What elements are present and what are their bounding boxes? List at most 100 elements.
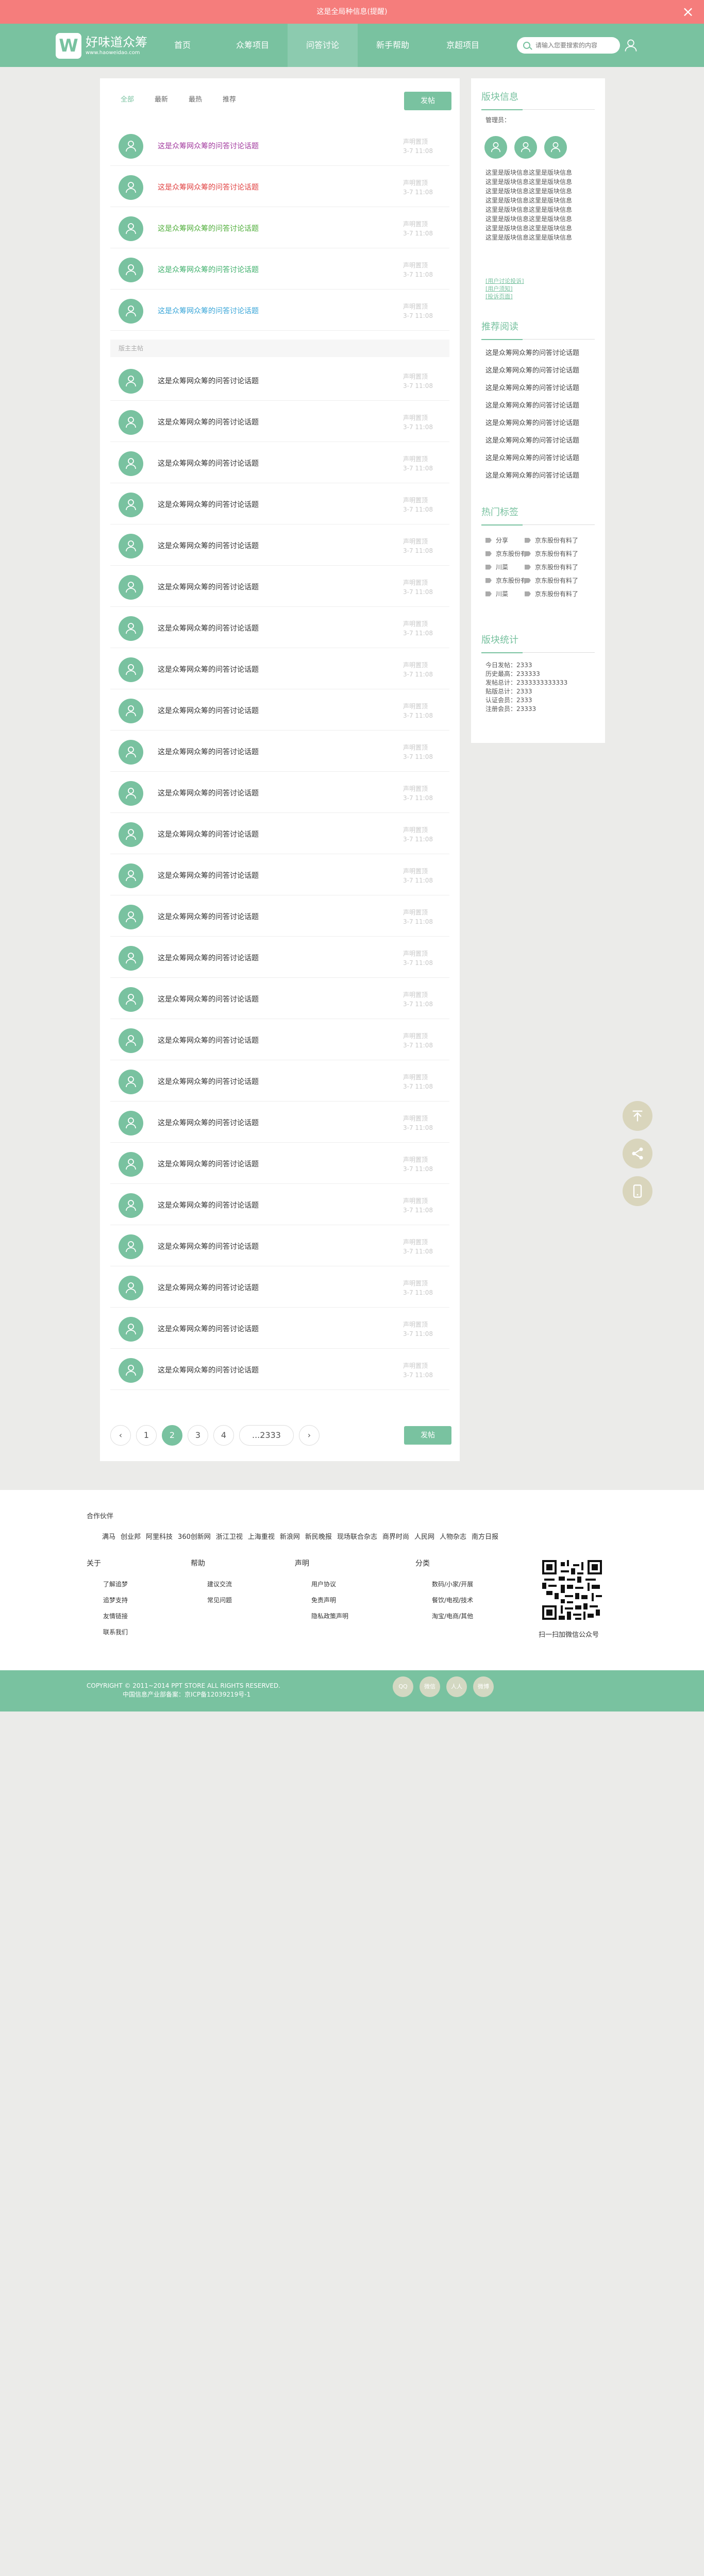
topic-title[interactable]: 这是众筹网众筹的问答讨论话题	[158, 1117, 259, 1128]
topic-title[interactable]: 这是众筹网众筹的问答讨论话题	[158, 705, 259, 716]
social-button[interactable]: 微博	[473, 1676, 494, 1697]
partner-link[interactable]: 浙江卫视	[216, 1531, 243, 1541]
topic-title[interactable]: 这是众筹网众筹的问答讨论话题	[158, 1324, 259, 1334]
avatar[interactable]	[119, 1111, 143, 1136]
avatar[interactable]	[119, 905, 143, 929]
avatar[interactable]	[119, 1193, 143, 1218]
footer-link[interactable]: 联系我们	[87, 1624, 128, 1640]
avatar[interactable]	[119, 781, 143, 806]
mobile-button[interactable]	[623, 1176, 652, 1206]
board-link[interactable]: [用户讨论投诉]	[485, 277, 524, 285]
recommend-item[interactable]: 这是众筹网众筹的问答讨论话题	[485, 400, 579, 410]
tag-item[interactable]: 京东股份有	[485, 549, 527, 558]
board-link[interactable]: [投诉页面]	[485, 293, 524, 300]
avatar[interactable]	[119, 175, 143, 200]
close-icon[interactable]: ×	[680, 0, 696, 24]
recommend-item[interactable]: 这是众筹网众筹的问答讨论话题	[485, 365, 579, 375]
board-link[interactable]: [用户须知]	[485, 285, 524, 293]
topic-title[interactable]: 这是众筹网众筹的问答讨论话题	[158, 953, 259, 963]
avatar[interactable]	[119, 822, 143, 847]
recommend-item[interactable]: 这是众筹网众筹的问答讨论话题	[485, 347, 579, 357]
topic-title[interactable]: 这是众筹网众筹的问答讨论话题	[158, 182, 259, 192]
partner-link[interactable]: 商界时尚	[382, 1531, 409, 1541]
manager-avatar[interactable]	[484, 136, 507, 159]
tag-item[interactable]: 京东股份有料了	[525, 549, 578, 558]
page-button[interactable]: 1	[136, 1425, 157, 1446]
avatar[interactable]	[119, 410, 143, 435]
manager-avatar[interactable]	[514, 136, 537, 159]
recommend-item[interactable]: 这是众筹网众筹的问答讨论话题	[485, 452, 579, 462]
footer-link[interactable]: 数码/小家/开展	[415, 1577, 473, 1592]
tab-1[interactable]: 最新	[155, 93, 168, 107]
avatar[interactable]	[119, 616, 143, 641]
social-button[interactable]: 人人	[446, 1676, 467, 1697]
partner-link[interactable]: 创业邦	[121, 1531, 141, 1541]
avatar[interactable]	[119, 451, 143, 476]
avatar[interactable]	[119, 1028, 143, 1053]
post-button-bottom[interactable]: 发帖	[404, 1426, 451, 1445]
partner-link[interactable]: 新浪网	[280, 1531, 300, 1541]
tag-item[interactable]: 川菜	[485, 589, 508, 598]
tab-0[interactable]: 全部	[121, 93, 134, 107]
footer-link[interactable]: 餐饮/电视/技术	[415, 1592, 473, 1608]
nav-item[interactable]: 新手帮助	[358, 24, 428, 67]
avatar[interactable]	[119, 369, 143, 394]
avatar[interactable]	[119, 258, 143, 282]
topic-title[interactable]: 这是众筹网众筹的问答讨论话题	[158, 141, 259, 151]
avatar[interactable]	[119, 1234, 143, 1259]
search-box[interactable]	[517, 37, 620, 54]
topic-title[interactable]: 这是众筹网众筹的问答讨论话题	[158, 540, 259, 551]
footer-link[interactable]: 追梦支持	[87, 1592, 128, 1608]
topic-title[interactable]: 这是众筹网众筹的问答讨论话题	[158, 994, 259, 1004]
topic-title[interactable]: 这是众筹网众筹的问答讨论话题	[158, 788, 259, 798]
logo[interactable]: W 好味道众筹 www.haoweidao.com	[56, 33, 147, 59]
avatar[interactable]	[119, 1152, 143, 1177]
nav-item[interactable]: 首页	[147, 24, 217, 67]
footer-link[interactable]: 免责声明	[295, 1592, 348, 1608]
back-to-top-button[interactable]	[623, 1101, 652, 1131]
avatar[interactable]	[119, 946, 143, 971]
partner-link[interactable]: 人民网	[414, 1531, 434, 1541]
tab-2[interactable]: 最热	[189, 93, 202, 107]
topic-title[interactable]: 这是众筹网众筹的问答讨论话题	[158, 458, 259, 468]
prev-page-button[interactable]: ‹	[110, 1425, 131, 1446]
topic-title[interactable]: 这是众筹网众筹的问答讨论话题	[158, 911, 259, 922]
recommend-item[interactable]: 这是众筹网众筹的问答讨论话题	[485, 470, 579, 480]
page-button[interactable]: 4	[213, 1425, 234, 1446]
recommend-item[interactable]: 这是众筹网众筹的问答讨论话题	[485, 417, 579, 427]
avatar[interactable]	[119, 863, 143, 888]
share-button[interactable]	[623, 1139, 652, 1168]
topic-title[interactable]: 这是众筹网众筹的问答讨论话题	[158, 223, 259, 233]
tag-item[interactable]: 京东股份有料了	[525, 576, 578, 585]
recommend-item[interactable]: 这是众筹网众筹的问答讨论话题	[485, 435, 579, 445]
partner-link[interactable]: 360创新网	[178, 1531, 211, 1541]
tag-item[interactable]: 分享	[485, 536, 508, 545]
partner-link[interactable]: 人物杂志	[440, 1531, 466, 1541]
avatar[interactable]	[119, 740, 143, 765]
topic-title[interactable]: 这是众筹网众筹的问答讨论话题	[158, 376, 259, 386]
nav-item[interactable]: 问答讨论	[288, 24, 358, 67]
partner-link[interactable]: 南方日报	[472, 1531, 498, 1541]
footer-link[interactable]: 用户协议	[295, 1577, 348, 1592]
avatar[interactable]	[119, 1317, 143, 1342]
nav-item[interactable]: 众筹项目	[217, 24, 288, 67]
tag-item[interactable]: 京东股份有料了	[525, 563, 578, 571]
nav-item[interactable]: 京超项目	[428, 24, 498, 67]
tag-item[interactable]: 京东股份有料了	[525, 536, 578, 545]
partner-link[interactable]: 新民晚报	[305, 1531, 332, 1541]
social-button[interactable]: 微信	[420, 1676, 440, 1697]
avatar[interactable]	[119, 299, 143, 324]
post-button-top[interactable]: 发帖	[404, 92, 451, 110]
avatar[interactable]	[119, 1358, 143, 1383]
avatar[interactable]	[119, 699, 143, 723]
footer-link[interactable]: 友情链接	[87, 1608, 128, 1624]
search-input[interactable]	[535, 42, 613, 49]
topic-title[interactable]: 这是众筹网众筹的问答讨论话题	[158, 1241, 259, 1251]
topic-title[interactable]: 这是众筹网众筹的问答讨论话题	[158, 870, 259, 880]
partner-link[interactable]: 阿里科技	[146, 1531, 173, 1541]
footer-link[interactable]: 隐私政策声明	[295, 1608, 348, 1624]
footer-link[interactable]: 常见问题	[191, 1592, 232, 1608]
topic-title[interactable]: 这是众筹网众筹的问答讨论话题	[158, 306, 259, 316]
user-icon[interactable]	[624, 38, 638, 53]
avatar[interactable]	[119, 575, 143, 600]
